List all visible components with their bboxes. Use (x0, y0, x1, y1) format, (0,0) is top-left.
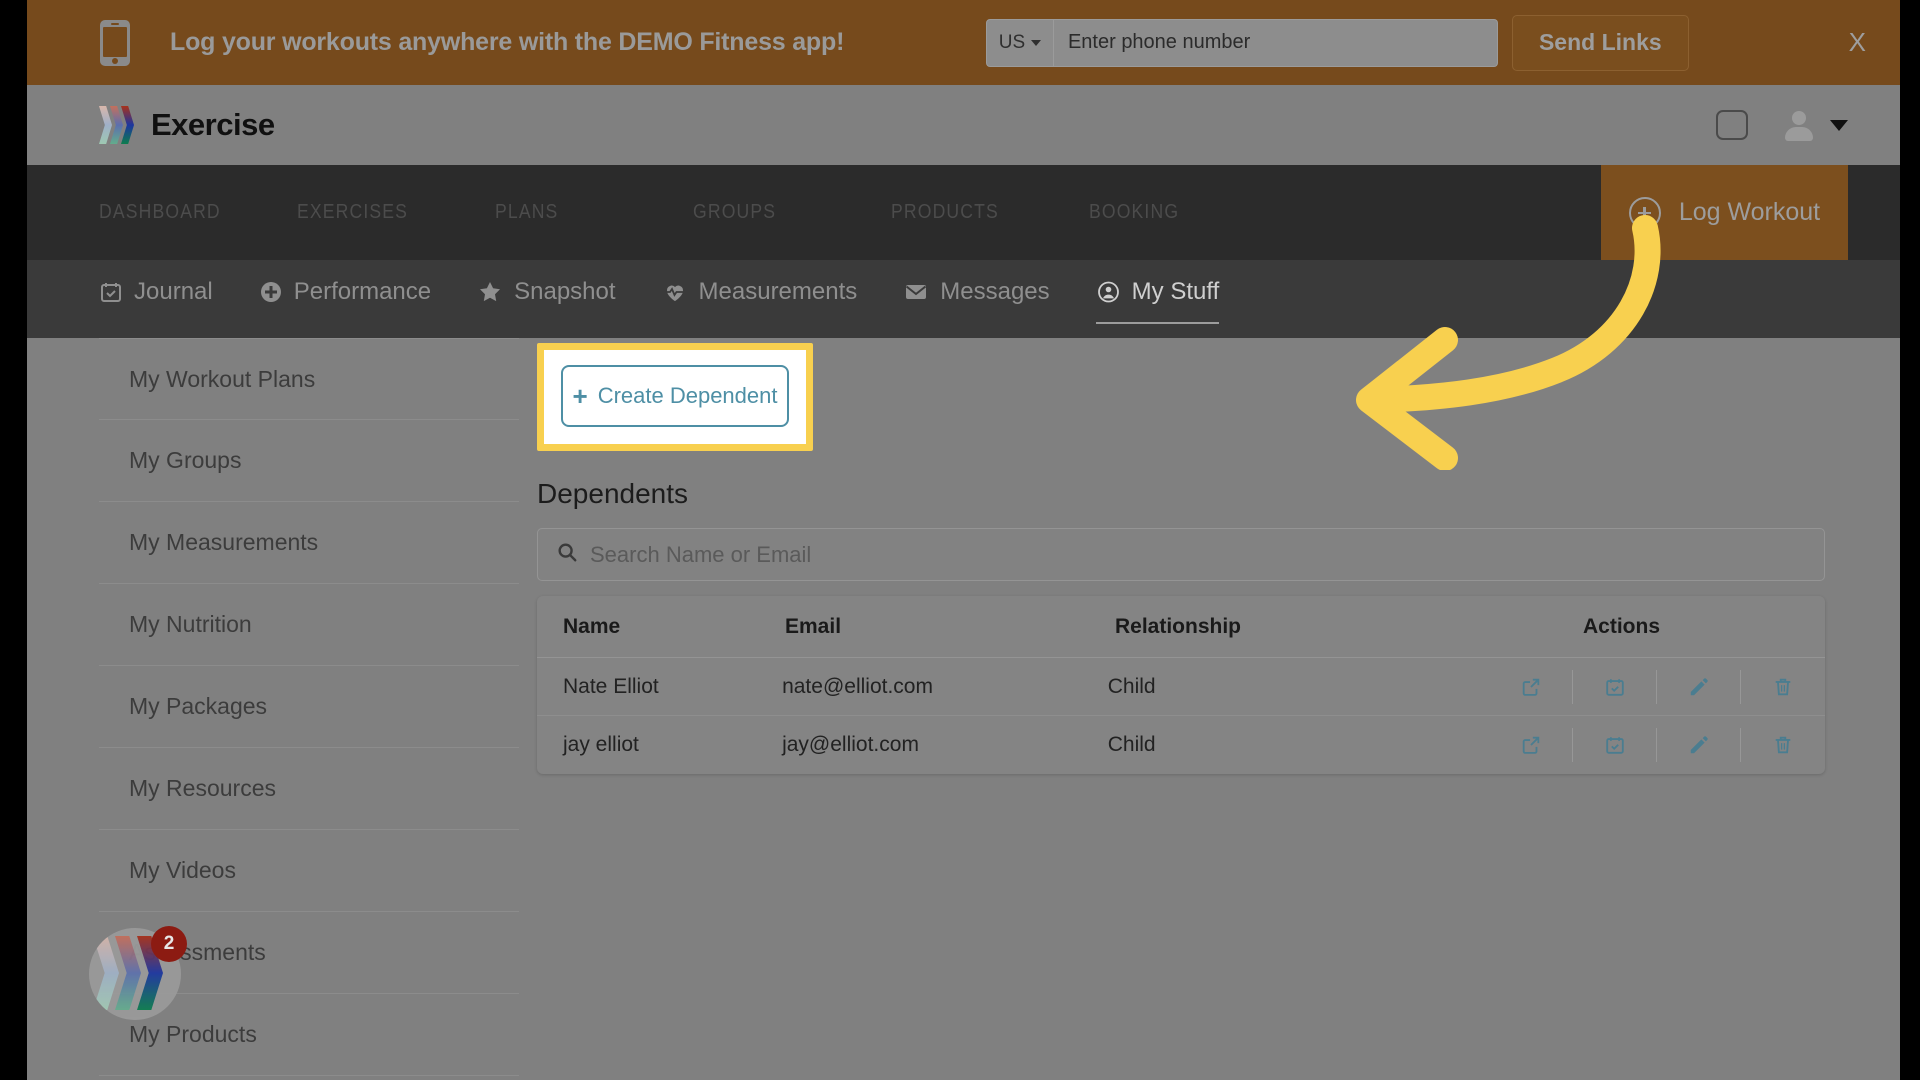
nav-item-products[interactable]: PRODUCTS (891, 201, 1065, 224)
promo-banner: Log your workouts anywhere with the DEMO… (27, 0, 1900, 85)
column-header-actions: Actions (1583, 614, 1661, 638)
table-row: jay elliot jay@elliot.com Child (537, 716, 1825, 774)
promo-form: US Send Links (985, 14, 1689, 71)
phone-number-input[interactable] (1053, 18, 1498, 67)
create-dependent-label: Create Dependent (597, 383, 778, 408)
tab-journal-label: Journal (134, 278, 213, 305)
brand-logo-link[interactable]: Exercise (99, 106, 275, 144)
tab-my-stuff[interactable]: My Stuff (1095, 260, 1220, 324)
tab-messages-label: Messages (940, 278, 1050, 305)
plus-icon: + (572, 381, 588, 411)
sidebar-item-my-measurements[interactable]: My Measurements (99, 502, 519, 584)
cell-name: Nate Elliot (563, 674, 659, 698)
sidebar-item-my-groups[interactable]: My Groups (99, 420, 519, 502)
tab-measurements[interactable]: Measurements (662, 260, 858, 306)
search-bar[interactable] (537, 528, 1825, 581)
calendar-check-icon (99, 280, 123, 304)
sub-nav-list: Journal Performance Snapshot Measurement… (99, 260, 1265, 324)
trash-icon[interactable] (1741, 670, 1825, 704)
header-actions (1716, 109, 1848, 141)
nav-item-groups[interactable]: GROUPS (693, 201, 867, 224)
tab-my-stuff-label: My Stuff (1131, 278, 1220, 305)
cell-email: nate@elliot.com (782, 674, 933, 698)
log-workout-label: Log Workout (1678, 198, 1821, 226)
user-menu[interactable] (1784, 109, 1848, 141)
cell-relationship: Child (1107, 674, 1156, 698)
tab-snapshot-label: Snapshot (514, 278, 616, 305)
mobile-phone-icon (100, 19, 130, 66)
notification-badge: 2 (151, 926, 187, 962)
sidebar-item-my-nutrition[interactable]: My Nutrition (99, 584, 519, 666)
log-workout-button[interactable]: Log Workout (1601, 165, 1848, 260)
country-code-label: US (998, 31, 1026, 53)
calendar-check-icon[interactable] (1573, 728, 1657, 762)
column-header-name: Name (563, 614, 621, 638)
tab-snapshot[interactable]: Snapshot (477, 260, 616, 306)
country-code-select[interactable]: US (985, 18, 1054, 67)
floating-assistant-button[interactable]: 2 (89, 926, 187, 1020)
chevron-down-icon (1031, 39, 1042, 46)
chevron-down-icon (1830, 119, 1848, 131)
user-circle-icon (1096, 280, 1121, 304)
column-header-email: Email (785, 614, 842, 638)
plus-circle-icon (259, 280, 283, 304)
cell-name: jay elliot (563, 733, 639, 756)
table-header-row: Name Email Relationship Actions (537, 596, 1825, 658)
nav-item-exercises[interactable]: EXERCISES (297, 201, 471, 224)
cell-actions (1463, 728, 1825, 762)
promo-message: Log your workouts anywhere with the DEMO… (170, 28, 845, 56)
external-link-icon[interactable] (1489, 728, 1573, 762)
envelope-icon (903, 280, 929, 304)
cell-relationship: Child (1107, 733, 1156, 756)
tab-performance[interactable]: Performance (259, 260, 431, 306)
dependents-table: Name Email Relationship Actions Nate Ell… (537, 596, 1825, 774)
sidebar-item-my-videos[interactable]: My Videos (99, 830, 519, 912)
sidebar-item-my-resources[interactable]: My Resources (99, 748, 519, 830)
create-dependent-button[interactable]: + Create Dependent (561, 365, 789, 427)
nav-item-plans[interactable]: PLANS (495, 201, 669, 224)
cell-actions (1463, 669, 1825, 704)
sidebar-item-my-packages[interactable]: My Packages (99, 666, 519, 748)
tab-messages[interactable]: Messages (903, 260, 1050, 306)
promo-close-button[interactable]: X (1849, 27, 1866, 58)
nav-item-dashboard[interactable]: DASHBOARD (99, 201, 273, 224)
external-link-icon[interactable] (1489, 669, 1573, 704)
main-navigation: DASHBOARD EXERCISES PLANS GROUPS PRODUCT… (27, 165, 1900, 260)
tab-performance-label: Performance (293, 278, 432, 305)
calendar-check-icon[interactable] (1573, 669, 1657, 704)
sub-navigation: Journal Performance Snapshot Measurement… (27, 260, 1900, 338)
tab-journal[interactable]: Journal (99, 260, 213, 306)
plus-circle-icon (1628, 196, 1661, 229)
send-links-button[interactable]: Send Links (1511, 14, 1689, 71)
nav-item-booking[interactable]: BOOKING (1089, 201, 1263, 224)
cell-email: jay@elliot.com (782, 733, 919, 756)
screenshot-root: Log your workouts anywhere with the DEMO… (0, 0, 1920, 1080)
pencil-icon[interactable] (1657, 669, 1741, 704)
brand-header: Exercise (27, 85, 1900, 165)
search-icon (556, 541, 578, 568)
brand-title: Exercise (151, 107, 275, 142)
sidebar-item-my-workout-plans[interactable]: My Workout Plans (99, 338, 519, 420)
app-page: Log your workouts anywhere with the DEMO… (27, 0, 1900, 1080)
rounded-square-icon[interactable] (1716, 110, 1748, 140)
main-nav-list: DASHBOARD EXERCISES PLANS GROUPS PRODUCT… (99, 201, 1287, 224)
table-row: Nate Elliot nate@elliot.com Child (537, 658, 1825, 716)
pencil-icon[interactable] (1657, 728, 1741, 762)
user-avatar-icon (1784, 109, 1814, 141)
search-input[interactable] (590, 529, 1824, 580)
star-icon (477, 280, 503, 304)
chevron-logo-icon (99, 106, 137, 144)
heartbeat-icon (662, 280, 688, 304)
trash-icon[interactable] (1741, 728, 1825, 762)
tab-measurements-label: Measurements (698, 278, 858, 305)
section-title: Dependents (537, 478, 689, 509)
column-header-relationship: Relationship (1115, 614, 1242, 638)
